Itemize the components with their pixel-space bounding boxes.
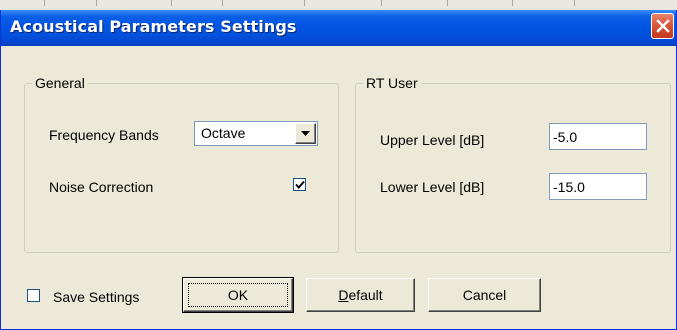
noise-correction-checkbox[interactable] — [293, 178, 306, 191]
rt-user-group-label: RT User — [363, 75, 421, 91]
dialog-window: Acoustical Parameters Settings General F… — [0, 10, 677, 330]
cancel-button[interactable]: Cancel — [428, 278, 541, 312]
general-group-label: General — [32, 75, 88, 91]
default-button[interactable]: Default — [306, 278, 415, 312]
upper-level-label: Upper Level [dB] — [380, 132, 485, 148]
default-button-label: efault — [348, 287, 383, 303]
lower-level-input[interactable] — [553, 178, 643, 196]
general-group: General — [24, 75, 339, 253]
title-bar[interactable]: Acoustical Parameters Settings — [1, 10, 676, 46]
default-button-mnemonic: D — [338, 287, 349, 303]
frequency-bands-select[interactable]: Octave — [194, 121, 318, 146]
rt-user-group: RT User — [355, 75, 671, 253]
lower-level-label: Lower Level [dB] — [380, 179, 485, 195]
frequency-bands-value: Octave — [201, 125, 246, 141]
background-window-strip — [0, 0, 677, 10]
frequency-bands-dropdown-button[interactable] — [295, 123, 316, 144]
lower-level-field[interactable] — [549, 173, 647, 200]
frequency-bands-label: Frequency Bands — [49, 127, 159, 143]
upper-level-input[interactable] — [553, 128, 643, 146]
close-button[interactable] — [651, 13, 674, 39]
close-icon — [656, 19, 670, 33]
cancel-button-label: Cancel — [462, 287, 507, 303]
upper-level-field[interactable] — [549, 123, 647, 150]
ok-button-focus-ring — [188, 283, 288, 307]
dialog-title: Acoustical Parameters Settings — [10, 17, 297, 36]
noise-correction-label: Noise Correction — [49, 179, 154, 195]
save-settings-checkbox[interactable] — [27, 289, 40, 302]
checkmark-icon — [295, 180, 305, 189]
ok-button[interactable]: OK — [182, 277, 294, 313]
chevron-down-icon — [301, 131, 310, 136]
save-settings-label: Save Settings — [53, 289, 140, 305]
